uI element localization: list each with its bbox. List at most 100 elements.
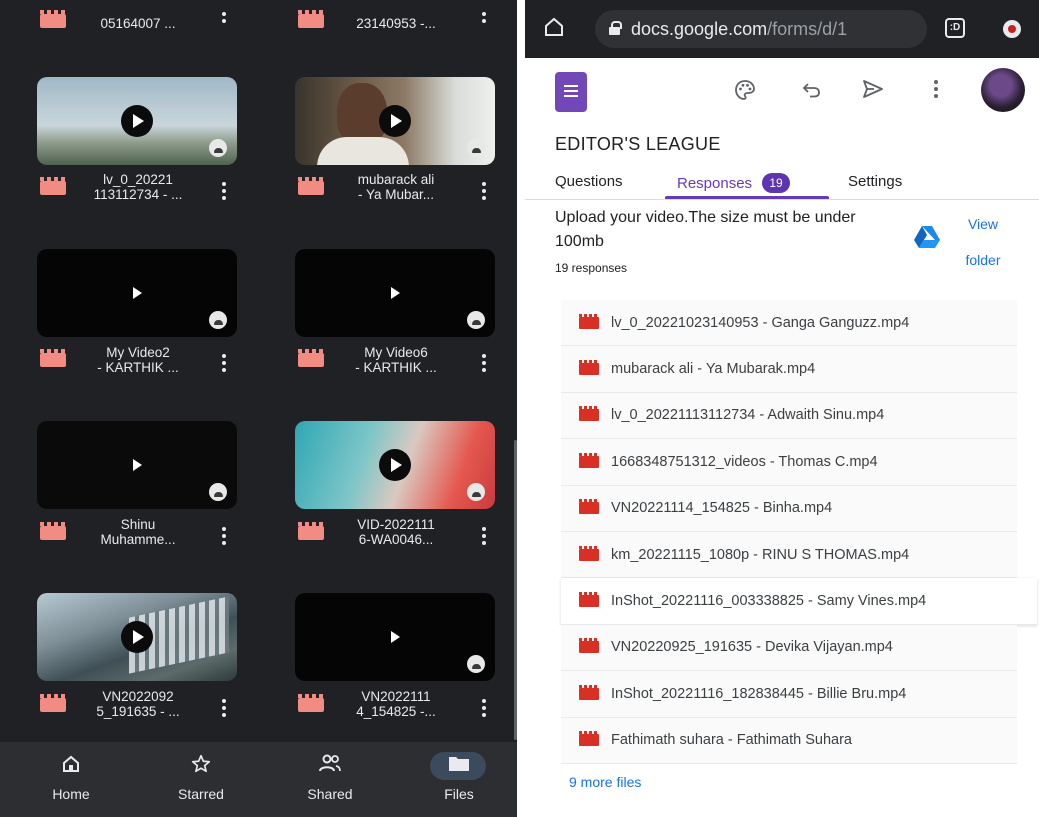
file-row[interactable]: km_20221115_1080p - RINU S THOMAS.mp4: [561, 531, 1017, 579]
nav-files[interactable]: Files: [414, 750, 504, 802]
nav-shared[interactable]: Shared: [285, 750, 375, 802]
file-row-label: VN20221114_154825 - Binha.mp4: [611, 500, 833, 517]
home-icon: [26, 750, 116, 778]
video-file-icon: [579, 452, 599, 468]
more-options-icon[interactable]: [482, 527, 486, 548]
send-icon[interactable]: [861, 78, 885, 106]
avatar[interactable]: [981, 68, 1025, 112]
video-file-icon: [298, 522, 324, 540]
forms-logo-icon[interactable]: [555, 72, 587, 112]
video-thumbnail[interactable]: [37, 593, 237, 681]
file-row[interactable]: lv_0_20221023140953 - Ganga Ganguzz.mp4: [561, 300, 1017, 347]
file-row[interactable]: InShot_20221116_003338825 - Samy Vines.m…: [561, 578, 1037, 625]
file-row[interactable]: Fathimath suhara - Fathimath Suhara: [561, 717, 1017, 764]
nav-home[interactable]: Home: [26, 750, 116, 802]
more-options-icon[interactable]: [482, 12, 486, 26]
address-bar[interactable]: docs.google.com/forms/d/1: [595, 10, 927, 48]
extension-icon[interactable]: [1003, 20, 1021, 38]
file-row[interactable]: InShot_20221116_182838445 - Billie Bru.m…: [561, 671, 1017, 718]
file-row-label: InShot_20221116_003338825 - Samy Vines.m…: [611, 593, 927, 610]
nav-label: Files: [444, 786, 474, 802]
more-options-icon[interactable]: [482, 699, 486, 720]
scrollbar[interactable]: [514, 440, 517, 740]
palette-icon[interactable]: [733, 78, 757, 108]
file-name: 05164007 ...: [100, 16, 176, 31]
file-row-label: VN20220925_191635 - Devika Vijayan.mp4: [611, 639, 893, 656]
play-icon: [121, 105, 153, 137]
video-thumbnail[interactable]: [295, 249, 495, 337]
google-drive-icon: [913, 224, 941, 248]
play-icon: [391, 631, 400, 643]
nav-starred[interactable]: Starred: [156, 750, 246, 802]
play-icon: [391, 287, 400, 299]
file-row[interactable]: mubarack ali - Ya Mubarak.mp4: [561, 346, 1017, 393]
video-file-icon: [40, 349, 66, 367]
file-name: mubarack ali - Ya Mubar...: [357, 172, 435, 202]
url-path: /forms/d/1: [767, 19, 848, 39]
file-name: VID-2022111 6-WA0046...: [357, 517, 435, 547]
shared-icon: [209, 311, 227, 329]
more-options-icon[interactable]: [482, 354, 486, 375]
responses-count: 19 responses: [555, 261, 628, 275]
file-row-label: lv_0_20221023140953 - Ganga Ganguzz.mp4: [611, 314, 910, 331]
tab-responses-label: Responses: [677, 175, 753, 192]
video-file-icon: [579, 499, 599, 515]
shared-icon: [467, 311, 485, 329]
play-icon: [379, 449, 411, 481]
tab-responses[interactable]: Responses 19: [677, 173, 791, 193]
undo-icon[interactable]: [801, 78, 823, 106]
shared-icon: [467, 139, 485, 157]
file-row[interactable]: VN20220925_191635 - Devika Vijayan.mp4: [561, 624, 1017, 672]
play-icon: [379, 105, 411, 137]
file-row-label: InShot_20221116_182838445 - Billie Bru.m…: [611, 685, 907, 702]
play-icon: [133, 287, 142, 299]
uploaded-files-list: lv_0_20221023140953 - Ganga Ganguzz.mp4 …: [561, 300, 1037, 764]
shared-icon: [209, 139, 227, 157]
file-row-label: lv_0_20221113112734 - Adwaith Sinu.mp4: [611, 407, 885, 424]
star-icon: [156, 750, 246, 778]
play-icon: [121, 621, 153, 653]
video-file-icon: [579, 360, 599, 376]
shared-icon: [285, 750, 375, 778]
more-vert-icon[interactable]: [933, 78, 939, 106]
video-thumbnail[interactable]: [37, 249, 237, 337]
file-name: 23140953 -...: [356, 16, 436, 31]
video-thumbnail[interactable]: [295, 77, 495, 165]
video-file-icon: [40, 694, 66, 712]
view-folder-link[interactable]: View folder: [953, 206, 1013, 278]
video-file-icon: [579, 406, 599, 422]
home-icon[interactable]: [543, 16, 565, 44]
browser-toolbar: docs.google.com/forms/d/1 :D: [525, 0, 1039, 58]
file-name: My Video2 - KARTHIK ...: [97, 345, 179, 375]
responses-count-badge: 19: [762, 173, 791, 193]
more-files-link[interactable]: 9 more files: [569, 774, 641, 790]
file-row-label: 1668348751312_videos - Thomas C.mp4: [611, 453, 878, 470]
bottom-navigation: Home Starred Shared Files: [0, 742, 517, 817]
lock-icon: [609, 21, 622, 35]
nav-label: Home: [52, 786, 90, 802]
more-options-icon[interactable]: [482, 182, 486, 203]
video-thumbnail[interactable]: [295, 593, 495, 681]
shared-icon: [467, 655, 485, 673]
tab-settings[interactable]: Settings: [848, 173, 902, 190]
video-file-icon: [579, 313, 599, 329]
more-options-icon[interactable]: [222, 527, 226, 548]
tabs-count-icon[interactable]: :D: [945, 18, 965, 38]
tab-questions[interactable]: Questions: [555, 173, 623, 190]
more-options-icon[interactable]: [222, 354, 226, 375]
more-options-icon[interactable]: [222, 12, 226, 26]
form-title: EDITOR'S LEAGUE: [555, 134, 721, 154]
video-file-icon: [579, 545, 599, 561]
video-file-icon: [40, 10, 66, 28]
file-row[interactable]: 1668348751312_videos - Thomas C.mp4: [561, 439, 1017, 486]
more-options-icon[interactable]: [222, 699, 226, 720]
file-name: VN2022092 5_191635 - ...: [96, 689, 180, 719]
more-options-icon[interactable]: [222, 182, 226, 203]
video-thumbnail[interactable]: [37, 421, 237, 509]
file-row[interactable]: VN20221114_154825 - Binha.mp4: [561, 485, 1017, 532]
video-thumbnail[interactable]: [295, 421, 495, 509]
file-row[interactable]: lv_0_20221113112734 - Adwaith Sinu.mp4: [561, 392, 1017, 440]
file-row-label: Fathimath suhara - Fathimath Suhara: [611, 732, 852, 749]
file-name: lv_0_20221 113112734 - ...: [93, 172, 183, 202]
video-thumbnail[interactable]: [37, 77, 237, 165]
